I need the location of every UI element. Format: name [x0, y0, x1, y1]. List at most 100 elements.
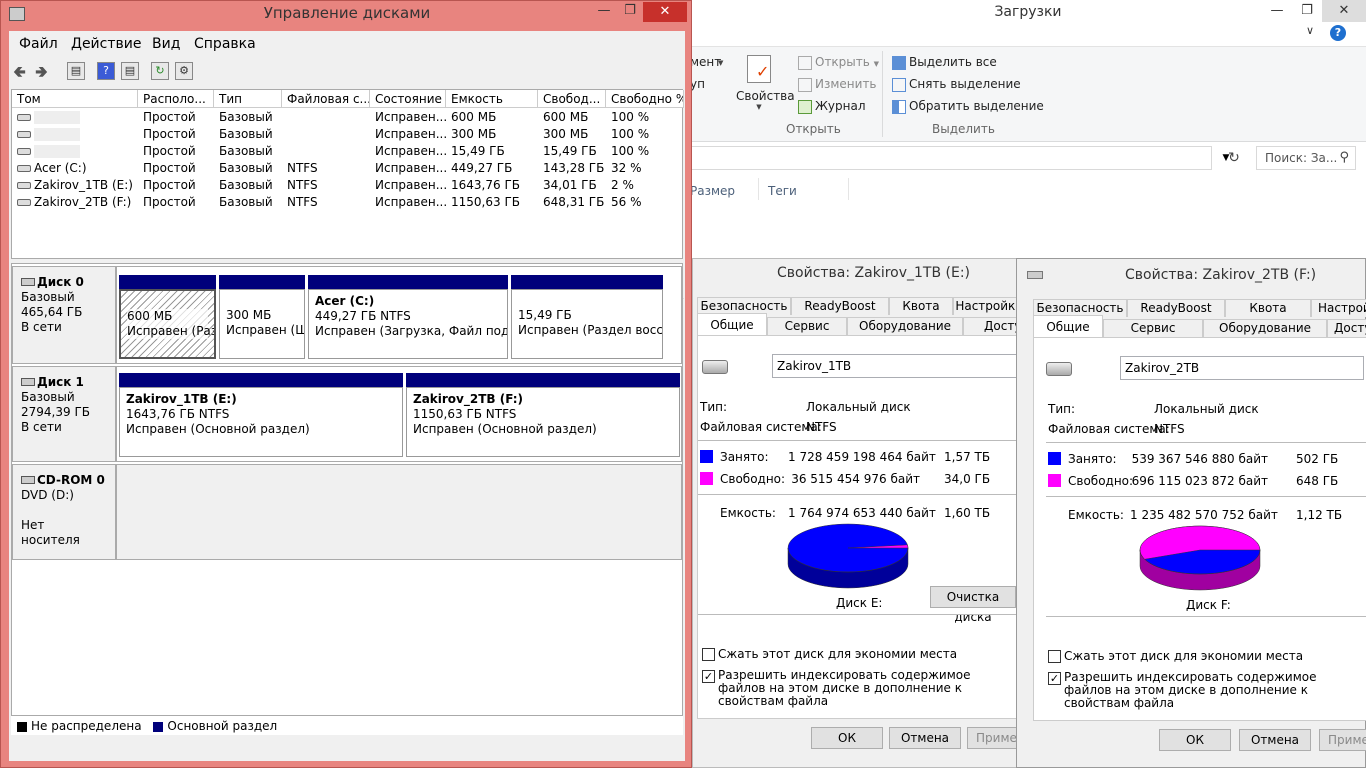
apply-button[interactable]: Примен: [1319, 729, 1366, 751]
tab-general[interactable]: Общие: [697, 313, 767, 335]
table-cell: 2 %: [611, 178, 634, 192]
partition-state: Исправен (Загрузка, Файл подкачи: [315, 324, 508, 338]
ribbon-divider: [882, 51, 883, 137]
column-header[interactable]: Том: [12, 90, 138, 108]
table-cell: Исправен...: [375, 110, 446, 124]
table-row[interactable]: Zakirov_1TB (E:) Простой Базовый NTFS Исправ…: [12, 177, 684, 194]
compress-checkbox[interactable]: [702, 648, 715, 661]
table-cell: 1150,63 ГБ: [451, 195, 520, 209]
partition-recovery-15gb[interactable]: 15,49 ГБ Исправен (Раздел восста: [511, 289, 663, 359]
column-header[interactable]: Тип: [214, 90, 282, 108]
refresh-icon[interactable]: ↻: [1222, 146, 1246, 170]
used-label: Занято:: [720, 450, 769, 464]
capacity-bytes: 1 235 482 570 752 байт: [1130, 508, 1278, 522]
table-row[interactable]: Простой Базовый Исправен... 300 МБ 300 МБ 100…: [12, 126, 684, 143]
minimize-button[interactable]: —: [1262, 0, 1292, 22]
partition-zakirov-2tb[interactable]: Zakirov_2TB (F:) 1150,63 ГБ NTFS Исправе…: [406, 387, 680, 457]
cancel-button[interactable]: Отмена: [889, 727, 961, 749]
history-button[interactable]: Журнал: [798, 99, 866, 114]
disk-cleanup-button[interactable]: Очистка диска: [930, 586, 1016, 624]
column-header[interactable]: Емкость: [446, 90, 538, 108]
apply-button[interactable]: Применить: [967, 727, 1023, 749]
ok-button[interactable]: ОК: [1159, 729, 1231, 751]
open-button[interactable]: Открыть ▼: [798, 55, 879, 70]
forward-arrow-icon[interactable]: 🢂: [35, 61, 48, 88]
rescan-icon[interactable]: ⚙: [175, 62, 193, 80]
refresh-icon[interactable]: ↻: [151, 62, 169, 80]
edit-button[interactable]: Изменить: [798, 77, 877, 92]
column-header-size[interactable]: Размер: [690, 184, 735, 198]
tab-readyboost[interactable]: ReadyBoost: [1127, 299, 1225, 317]
select-all-button[interactable]: Выделить все: [892, 55, 997, 70]
list-view-icon[interactable]: ▤: [67, 62, 85, 80]
tab-tools[interactable]: Сервис: [1103, 319, 1203, 337]
menu-help[interactable]: Справка: [194, 36, 256, 52]
disk-icon: [21, 378, 35, 386]
invert-selection-button[interactable]: Обратить выделение: [892, 99, 1044, 114]
table-cell: Исправен...: [375, 144, 446, 158]
column-header[interactable]: Свободно %: [606, 90, 684, 108]
tab-quota[interactable]: Квота: [1225, 299, 1311, 317]
index-checkbox[interactable]: ✓: [702, 670, 715, 683]
tab-quota[interactable]: Квота: [889, 297, 953, 315]
minimize-button[interactable]: —: [591, 3, 617, 23]
column-header-tags[interactable]: Теги: [768, 184, 797, 198]
close-button[interactable]: ✕: [643, 2, 687, 22]
tab-customize[interactable]: Настройка: [1311, 299, 1366, 317]
menu-action[interactable]: Действие: [71, 36, 141, 52]
partition-recovery-600mb[interactable]: 600 МБ Исправен (Разд: [119, 289, 216, 359]
help-icon[interactable]: ?: [1330, 25, 1346, 41]
tab-hardware[interactable]: Оборудование: [1203, 319, 1327, 337]
column-header[interactable]: Файловая с...: [282, 90, 370, 108]
open-icon: [798, 55, 812, 70]
tab-readyboost[interactable]: ReadyBoost: [791, 297, 889, 315]
ribbon-item-cut2[interactable]: уп: [690, 77, 705, 91]
index-checkbox[interactable]: ✓: [1048, 672, 1061, 685]
tab-customize[interactable]: Настройка: [953, 297, 1025, 315]
volume-name: Acer (C:): [34, 161, 87, 175]
chevron-down-icon[interactable]: ∨: [1306, 24, 1314, 37]
table-row[interactable]: Простой Базовый Исправен... 15,49 ГБ 15,49 Г…: [12, 143, 684, 160]
disk-1-info[interactable]: Диск 1 Базовый 2794,39 ГБ В сети: [12, 366, 116, 462]
back-arrow-icon[interactable]: 🢀: [13, 61, 26, 88]
cancel-button[interactable]: Отмена: [1239, 729, 1311, 751]
menu-view[interactable]: Вид: [152, 36, 180, 52]
volume-name-input[interactable]: Zakirov_1TB: [772, 354, 1018, 378]
ribbon-item-cut1[interactable]: мент: [690, 55, 721, 69]
disk-0-type: Базовый: [21, 290, 75, 304]
column-header[interactable]: Состояние: [370, 90, 446, 108]
search-box[interactable]: Поиск: За... ⚲: [1256, 146, 1356, 170]
cdrom-0-info[interactable]: CD-ROM 0 DVD (D:) Нет носителя: [12, 464, 116, 560]
column-header[interactable]: Располо...: [138, 90, 214, 108]
tab-tools[interactable]: Сервис: [767, 317, 847, 335]
ok-button[interactable]: ОК: [811, 727, 883, 749]
partition-acer-c[interactable]: Acer (C:) 449,27 ГБ NTFS Исправен (Загру…: [308, 289, 508, 359]
help-icon[interactable]: ?: [97, 62, 115, 80]
menu-file[interactable]: Файл: [19, 36, 58, 52]
volume-name-input[interactable]: Zakirov_2TB: [1120, 356, 1364, 380]
properties-button[interactable]: ✓ Свойства ▼: [736, 55, 795, 129]
compress-checkbox[interactable]: [1048, 650, 1061, 663]
general-panel: Zakirov_1TB Тип: Локальный диск Файловая…: [697, 335, 1025, 719]
tab-general[interactable]: Общие: [1033, 315, 1103, 337]
tab-hardware[interactable]: Оборудование: [847, 317, 963, 335]
tab-sharing[interactable]: Доступ: [1327, 319, 1366, 337]
maximize-button[interactable]: ❐: [1292, 0, 1322, 22]
table-row[interactable]: Простой Базовый Исправен... 600 МБ 600 МБ 100…: [12, 109, 684, 126]
table-row[interactable]: Acer (C:) Простой Базовый NTFS Исправен... 44…: [12, 160, 684, 177]
column-header[interactable]: Свобод...: [538, 90, 606, 108]
type-value: Локальный диск: [806, 400, 911, 414]
disk-0-info[interactable]: Диск 0 Базовый 465,64 ГБ В сети: [12, 266, 116, 364]
separator: [698, 614, 1016, 615]
deselect-button[interactable]: Снять выделение: [892, 77, 1021, 92]
table-row[interactable]: Zakirov_2TB (F:) Простой Базовый NTFS Исправ…: [12, 194, 684, 211]
address-bar[interactable]: [690, 146, 1212, 170]
partition-efi-300mb[interactable]: 300 МБ Исправен (Ш: [219, 289, 305, 359]
used-swatch: [700, 450, 713, 463]
free-human: 34,0 ГБ: [944, 472, 991, 486]
close-button[interactable]: ✕: [1322, 0, 1366, 22]
partition-zakirov-1tb[interactable]: Zakirov_1TB (E:) 1643,76 ГБ NTFS Исправе…: [119, 387, 403, 457]
table-cell: Простой: [143, 161, 196, 175]
properties-icon[interactable]: ▤: [121, 62, 139, 80]
maximize-button[interactable]: ❐: [617, 3, 643, 23]
